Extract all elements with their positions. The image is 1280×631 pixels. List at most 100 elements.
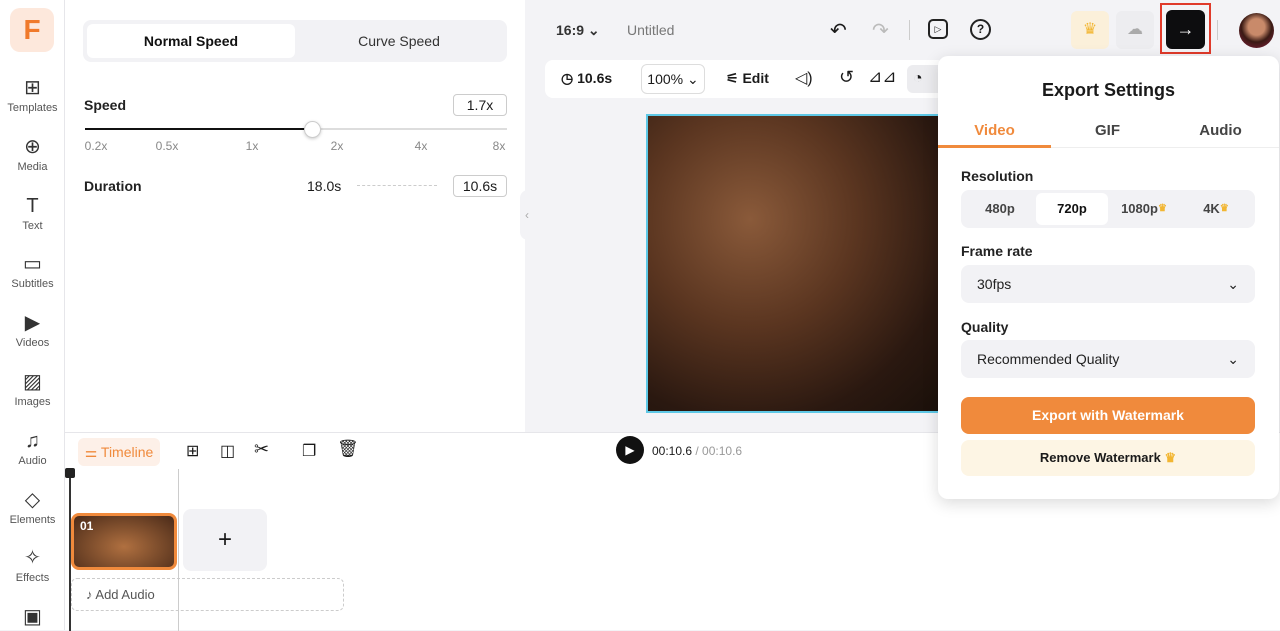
current-time: 00:10.6 [652,444,693,458]
add-audio-label: Add Audio [95,587,155,602]
tab-normal-speed[interactable]: Normal Speed [87,24,295,58]
sidebar-item-subtitles[interactable]: ▭ Subtitles [0,252,65,290]
playhead-handle[interactable] [65,468,75,478]
crown-upgrade-button[interactable]: ♛ [1071,11,1109,49]
zoom-value: 100% [647,71,684,87]
sidebar-item-label: Templates [7,102,58,114]
video-preview[interactable] [646,114,942,413]
crown-icon: ♛ [1219,203,1229,214]
duration-value: 10.6s [577,70,613,86]
trash-icon[interactable]: 🗑 [337,439,359,459]
split-icon[interactable]: ◫ [220,441,235,461]
elements-icon: ◇ [24,488,41,511]
tab-curve-speed[interactable]: Curve Speed [295,24,503,58]
add-icon[interactable]: ⊞ [186,441,199,461]
sidebar-item-elements[interactable]: ◇ Elements [0,488,65,526]
duration-arrow [357,185,437,186]
sidebar-item-label: Videos [15,337,50,350]
resolution-label: Resolution [961,168,1034,184]
tab-gif[interactable]: GIF [1051,122,1164,139]
framerate-label: Frame rate [961,243,1033,259]
quality-select[interactable]: Recommended Quality ⌄ [961,340,1255,378]
remove-watermark-label: Remove Watermark [1039,450,1161,465]
sidebar: F ⊞ Templates ⊕ Media T Text ▭ Subtitles ▶ Videos… [0,0,65,630]
sidebar-item-text[interactable]: T Text [0,194,65,232]
new-duration-input[interactable]: 10.6s [453,175,507,197]
speed-slider-fill [85,128,313,130]
sidebar-item-label: Audio [18,454,47,467]
tab-audio[interactable]: Audio [1164,122,1277,139]
flip-icon[interactable]: ⊿⊿ [868,67,897,87]
export-settings-popup: Export Settings Video GIF Audio Resoluti… [938,56,1279,499]
undo-icon[interactable]: ↶ [830,18,847,43]
resolution-1080p[interactable]: 1080p♛ [1108,193,1180,225]
add-audio-button[interactable]: ♪ Add Audio [71,578,344,611]
resolution-720p[interactable]: 720p [1036,193,1108,225]
sidebar-item-label: Elements [9,513,56,526]
quality-label: Quality [961,319,1009,335]
tick-label: 0.2x [84,139,108,153]
help-icon[interactable]: ? [970,19,991,40]
timeline-icon: ⚌ [84,444,98,460]
volume-icon[interactable]: ◁) [795,68,813,88]
collapse-panel-handle[interactable]: ‹ [520,190,534,240]
clock-icon: ◷ [561,70,574,86]
effects-icon: ✧ [24,547,41,570]
tick-label: 8x [492,139,506,153]
text-icon: T [26,194,39,217]
music-note-icon: ♪ [86,587,93,602]
rotate-icon[interactable]: ↺ [839,67,854,88]
preview-icon[interactable]: ▷ [928,19,948,39]
crown-icon: ♛ [1164,450,1177,465]
sidebar-item-videos[interactable]: ▶ Videos [0,311,65,349]
aspect-ratio-value: 16:9 [556,22,585,38]
crown-icon: ♛ [1157,203,1167,214]
sidebar-item-media[interactable]: ⊕ Media [0,135,65,173]
add-clip-button[interactable]: + [183,509,267,571]
total-time: / 00:10.6 [695,444,743,458]
sidebar-item-effects[interactable]: ✧ Effects [0,546,65,584]
sidebar-item-label: Media [17,160,48,173]
sidebar-item-label: Subtitles [11,278,54,291]
cloud-save-icon[interactable]: ☁ [1116,11,1154,49]
project-title[interactable]: Untitled [627,22,674,38]
export-with-watermark-button[interactable]: Export with Watermark [961,397,1255,434]
resolution-1080p-label: 1080p [1121,201,1158,216]
divider [909,20,910,40]
tab-video[interactable]: Video [938,122,1051,139]
sidebar-item-audio[interactable]: ♫ Audio [0,429,65,467]
media-icon: ⊕ [24,135,41,158]
duration-display[interactable]: ◷ 10.6s [561,70,612,87]
aspect-ratio-select[interactable]: 16:9 ⌄ [556,22,600,39]
play-button[interactable]: ▶ [616,436,644,464]
user-avatar[interactable] [1239,13,1274,48]
sliders-icon: ⚟ [726,70,739,86]
redo-icon[interactable]: ↷ [872,18,889,43]
speed-slider-handle[interactable] [304,121,321,138]
templates-icon: ⊞ [24,77,41,99]
quality-value: Recommended Quality [977,351,1120,367]
resolution-480p[interactable]: 480p [964,193,1036,225]
sidebar-item-label: Effects [15,572,50,585]
resolution-4k[interactable]: 4K♛ [1180,193,1252,225]
framerate-value: 30fps [977,276,1012,292]
video-clip[interactable]: 01 [71,513,177,570]
speed-panel: Normal Speed Curve Speed Speed 1.7x 0.2x… [65,0,534,432]
duplicate-icon[interactable]: ❐ [302,441,316,461]
remove-watermark-button[interactable]: Remove Watermark ♛ [961,440,1255,476]
duration-label: Duration [84,178,142,194]
scissors-icon[interactable]: ✂ [254,439,269,460]
tick-label: 1x [245,139,259,153]
zoom-select[interactable]: 100% ⌄ [641,64,705,94]
speed-value-input[interactable]: 1.7x [453,94,507,116]
sidebar-item-templates[interactable]: ⊞ Templates [0,76,65,114]
top-bar: 16:9 ⌄ Untitled ↶ ↷ ▷ ? ♛ ☁ → [525,0,1280,60]
time-display: 00:10.6 / 00:10.6 [652,444,742,458]
framerate-select[interactable]: 30fps ⌄ [961,265,1255,303]
sidebar-item-more[interactable]: ▣ [0,605,65,631]
timeline-button[interactable]: ⚌ Timeline [78,438,160,466]
audio-icon: ♫ [25,429,40,452]
edit-button[interactable]: ⚟ Edit [726,70,769,87]
sidebar-item-images[interactable]: ▨ Images [0,370,65,408]
export-button[interactable]: → [1166,10,1205,49]
